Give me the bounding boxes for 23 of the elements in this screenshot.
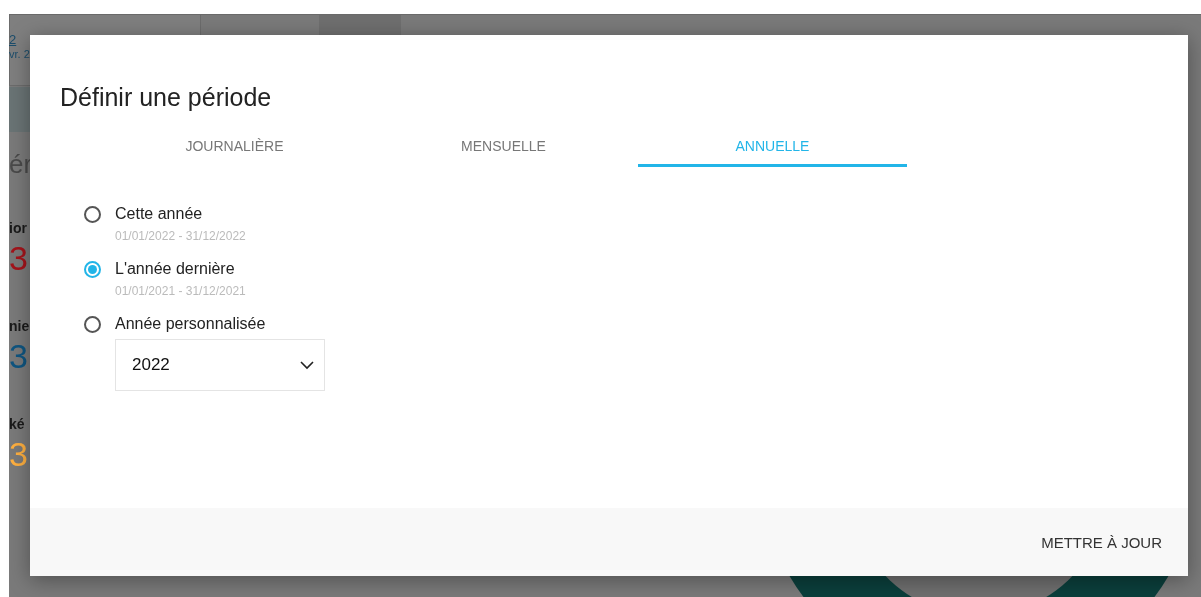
date-range: 01/01/2022 - 31/12/2022	[115, 229, 247, 243]
radio-button[interactable]	[84, 260, 101, 278]
tab[interactable]: JOURNALIÈRE	[100, 136, 369, 167]
option-label: Année personnalisée	[115, 315, 267, 333]
dialog-title: Définir une période	[60, 83, 273, 112]
option-label: L'année dernière	[115, 260, 236, 278]
year-dropdown[interactable]: 2022	[115, 339, 325, 391]
radio-button[interactable]	[84, 205, 101, 223]
link-text: vr. 2	[9, 49, 30, 60]
stat-label: nie	[9, 319, 30, 333]
chevron-down-icon	[300, 360, 314, 370]
update-button[interactable]: METTRE À JOUR	[1041, 525, 1162, 559]
stat-value: 3	[9, 241, 28, 275]
radio-button[interactable]	[84, 315, 101, 333]
stat-label: ké	[9, 417, 25, 431]
stat-value: 3	[9, 437, 28, 471]
date-range: 01/01/2021 - 31/12/2021	[115, 284, 247, 298]
tab[interactable]: MENSUELLE	[369, 136, 638, 167]
link-text: 2	[9, 33, 17, 46]
stat-value: 3	[9, 339, 28, 373]
stat-label: ior	[9, 221, 27, 235]
tab[interactable]: ANNUELLE	[638, 136, 907, 167]
option-label: Cette année	[115, 205, 204, 223]
